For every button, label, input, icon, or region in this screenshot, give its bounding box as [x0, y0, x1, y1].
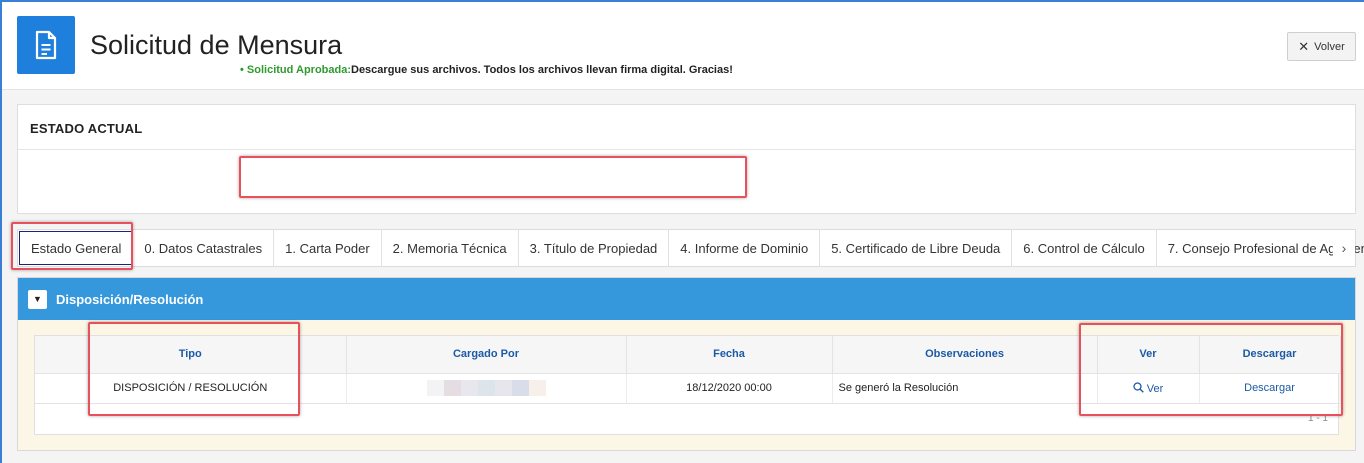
tab-bar: Estado General 0. Datos Catastrales 1. C… [17, 229, 1364, 267]
view-link-label: Ver [1146, 382, 1164, 395]
estado-actual-region: ESTADO ACTUAL [17, 104, 1356, 214]
tab-memoria-tecnica[interactable]: 2. Memoria Técnica [382, 230, 519, 266]
view-link[interactable]: Ver [1133, 381, 1164, 395]
tab-informe-dominio[interactable]: 4. Informe de Dominio [669, 230, 821, 266]
disposicion-region: ▼ Disposición/Resolución Tipo Cargado Po… [17, 277, 1356, 451]
column-header-cargado-por[interactable]: Cargado Por [346, 336, 627, 374]
tab-datos-catastrales[interactable]: 0. Datos Catastrales [133, 230, 275, 266]
pagination-text: 1 - 1 [1307, 413, 1328, 424]
chevron-right-icon[interactable]: › [1333, 230, 1355, 266]
status-text: Descargue sus archivos. Todos los archiv… [351, 64, 733, 76]
caret-down-icon: ▼ [33, 294, 42, 304]
cell-descargar: Descargar [1199, 373, 1341, 404]
download-link[interactable]: Descargar [1244, 382, 1295, 394]
region-header: ▼ Disposición/Resolución [18, 278, 1355, 320]
region-title: Disposición/Resolución [56, 291, 204, 307]
report-table: Tipo Cargado Por Fecha Observaciones Ver… [34, 335, 1341, 435]
status-label: • Solicitud Aprobada: [240, 64, 351, 76]
tab-titulo-propiedad[interactable]: 3. Título de Propiedad [519, 230, 670, 266]
tab-estado-general[interactable]: Estado General [19, 231, 134, 265]
search-icon [1133, 381, 1144, 393]
column-header-observaciones[interactable]: Observaciones [832, 336, 1098, 374]
cell-observaciones: Se generó la Resolución [832, 373, 1098, 404]
column-header-fecha[interactable]: Fecha [626, 336, 833, 374]
column-header-descargar[interactable]: Descargar [1199, 336, 1341, 374]
document-icon [17, 16, 75, 74]
page-header: Solicitud de Mensura ✕ Volver [2, 2, 1364, 90]
redacted-name [426, 380, 546, 396]
page-title: Solicitud de Mensura [90, 30, 343, 60]
tab-libre-deuda[interactable]: 5. Certificado de Libre Deuda [820, 230, 1013, 266]
status-message: • Solicitud Aprobada:Descargue sus archi… [240, 64, 733, 76]
collapse-toggle[interactable]: ▼ [28, 289, 47, 309]
back-button-label: Volver [1314, 40, 1345, 53]
cell-cargado-por [346, 373, 627, 404]
table-row: DISPOSICIÓN / RESOLUCIÓN 18/12/2020 00:0… [35, 373, 1341, 404]
back-button[interactable]: ✕ Volver [1287, 32, 1356, 61]
tab-carta-poder[interactable]: 1. Carta Poder [274, 230, 382, 266]
close-icon: ✕ [1298, 39, 1310, 54]
cell-ver: Ver [1097, 373, 1200, 404]
tab-control-calculo[interactable]: 6. Control de Cálculo [1012, 230, 1157, 266]
column-header-tipo[interactable]: Tipo [35, 336, 347, 374]
column-header-ver[interactable]: Ver [1097, 336, 1200, 374]
cell-tipo: DISPOSICIÓN / RESOLUCIÓN [35, 373, 347, 404]
cell-fecha: 18/12/2020 00:00 [626, 373, 833, 404]
estado-heading: ESTADO ACTUAL [18, 105, 1355, 150]
